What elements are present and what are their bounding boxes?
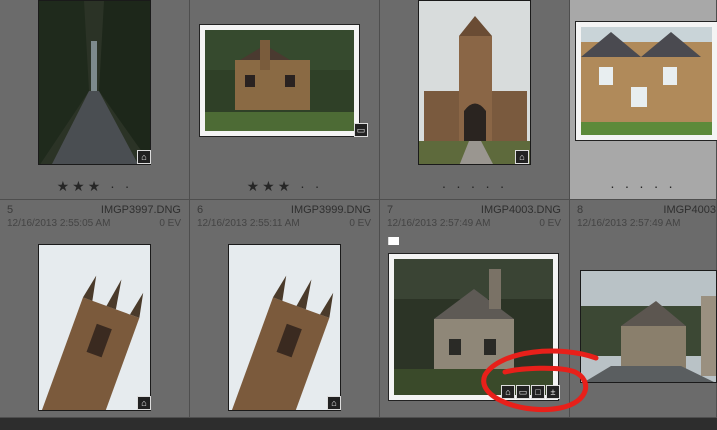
cell-index: 5 (7, 204, 14, 216)
thumbnail-manor[interactable] (575, 21, 717, 141)
keyword-tag-icon[interactable]: ⌂ (137, 396, 151, 410)
thumbnail-village-street[interactable] (580, 270, 717, 383)
capture-date: 12/16/2013 2:55:05 AM (7, 218, 111, 229)
thumbnail-tower-tilted[interactable] (38, 244, 151, 411)
file-name: IMGP4003.DNG (480, 204, 561, 216)
thumbnail-tower-tilted[interactable] (228, 244, 341, 411)
capture-date: 12/16/2013 2:57:49 AM (577, 218, 681, 229)
keyword-tag-icon[interactable]: ⌂ (515, 150, 529, 164)
exposure-value: 0 EV (349, 218, 371, 229)
cell-index: 6 (197, 204, 204, 216)
grid-cell-8[interactable]: 8 IMGP4003 12/16/2013 2:57:49 AM (570, 200, 717, 418)
thumbnail-gatehouse[interactable] (418, 0, 531, 165)
capture-date: 12/16/2013 2:57:49 AM (387, 218, 491, 229)
develop-adjust-icon[interactable]: ± (546, 385, 560, 399)
grid-cell-3[interactable]: ⌂ · · · · · (380, 0, 570, 200)
thumbnail-cottage[interactable] (199, 24, 360, 137)
star-rating[interactable]: · · · · · (570, 178, 716, 194)
crop-icon[interactable]: □ (531, 385, 545, 399)
grid-cell-2[interactable]: ▭ ★★★ · · (190, 0, 380, 200)
star-rating[interactable]: · · · · · (380, 178, 569, 194)
library-grid: ⌂ ★★★ · · ▭ ★★★ · · ⌂ · · · · · · · · · … (0, 0, 717, 418)
flag-icon[interactable] (388, 237, 399, 245)
star-rating[interactable]: ★★★ · · (0, 178, 189, 195)
grid-cell-4-selected[interactable]: · · · · · (570, 0, 717, 200)
keyword-tag-icon[interactable]: ⌂ (137, 150, 151, 164)
grid-cell-6[interactable]: 6 IMGP3999.DNG 12/16/2013 2:55:11 AM 0 E… (190, 200, 380, 418)
grid-cell-5[interactable]: 5 IMGP3997.DNG 12/16/2013 2:55:05 AM 0 E… (0, 200, 190, 418)
exposure-value: 0 EV (159, 218, 181, 229)
grid-cell-7[interactable]: 7 IMGP4003.DNG 12/16/2013 2:57:49 AM 0 E… (380, 200, 570, 418)
grid-cell-1[interactable]: ⌂ ★★★ · · (0, 0, 190, 200)
keyword-tag-icon[interactable]: ⌂ (327, 396, 341, 410)
filmstrip-bar (0, 418, 717, 430)
star-rating[interactable]: ★★★ · · (190, 178, 379, 195)
keyword-tag-icon[interactable]: ⌂ (501, 385, 515, 399)
cell-index: 7 (387, 204, 394, 216)
thumbnail-stone-cottage[interactable] (388, 253, 559, 401)
file-name: IMGP3999.DNG (290, 204, 371, 216)
exposure-value: 0 EV (539, 218, 561, 229)
capture-date: 12/16/2013 2:55:11 AM (197, 218, 300, 229)
file-name: IMGP3997.DNG (100, 204, 181, 216)
cell-index: 8 (577, 204, 584, 216)
file-name: IMGP4003 (663, 204, 716, 216)
virtual-copy-icon[interactable]: ▭ (516, 385, 530, 399)
thumbnail-avenue[interactable] (38, 0, 151, 165)
virtual-copy-icon[interactable]: ▭ (354, 123, 368, 137)
